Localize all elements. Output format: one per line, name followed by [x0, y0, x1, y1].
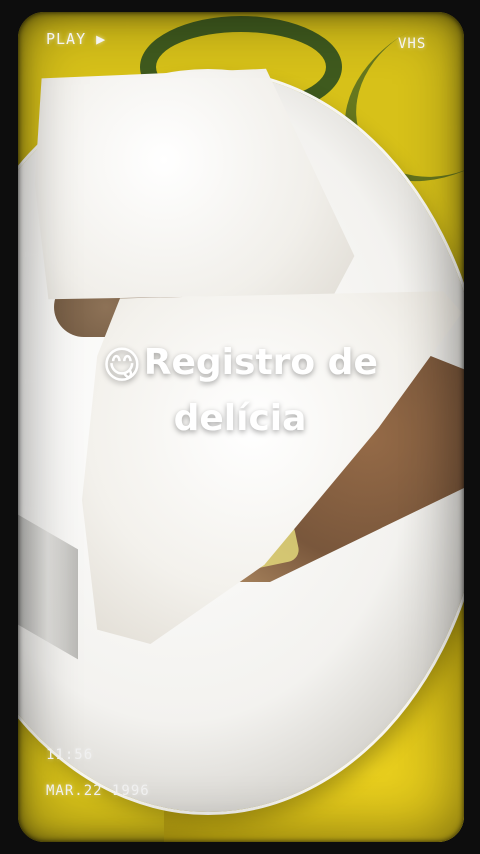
caption-line-2: delícia	[173, 398, 307, 439]
vhs-play-indicator: PLAY ▶	[46, 30, 107, 48]
vhs-timestamp-time: 11:56	[46, 747, 94, 763]
caption-text: 😋Registro de delícia	[80, 336, 400, 446]
vhs-format-tag: VHS	[398, 36, 427, 52]
caption-line-1: Registro de	[143, 342, 378, 383]
vhs-timestamp-date: MAR.22 1996	[46, 783, 150, 799]
face-savoring-food-icon: 😋	[102, 343, 142, 387]
